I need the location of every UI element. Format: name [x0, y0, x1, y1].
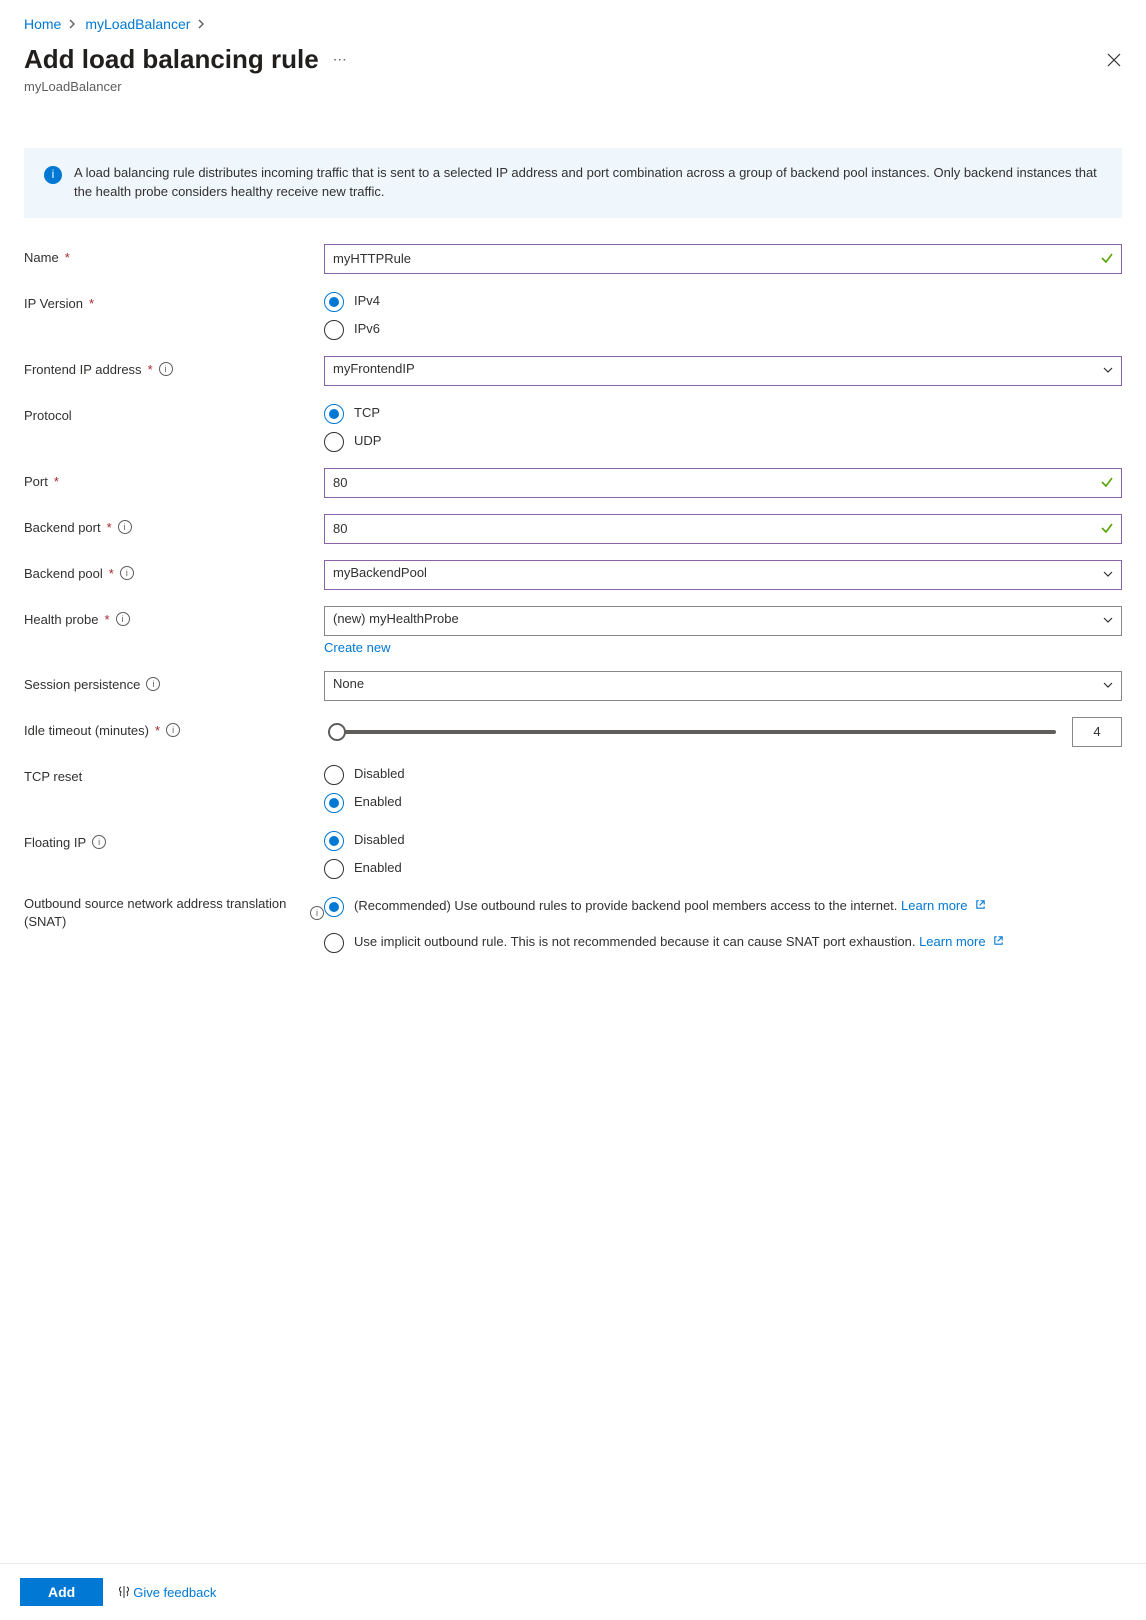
external-link-icon: [993, 935, 1004, 946]
required-icon: *: [104, 612, 109, 627]
breadcrumb-home[interactable]: Home: [24, 16, 61, 32]
ipv6-radio[interactable]: [324, 320, 344, 340]
footer-bar: Add Give feedback: [0, 1563, 1146, 1620]
name-input[interactable]: [324, 244, 1122, 274]
tcp-radio-label: TCP: [354, 404, 380, 422]
tcpreset-enabled-radio[interactable]: [324, 793, 344, 813]
required-icon: *: [65, 250, 70, 265]
snat-learnmore2-link[interactable]: Learn more: [919, 934, 1004, 949]
breadcrumb-parent[interactable]: myLoadBalancer: [85, 16, 190, 32]
snat-implicit-radio[interactable]: [324, 933, 344, 953]
tcp-radio[interactable]: [324, 404, 344, 424]
info-text: A load balancing rule distributes incomi…: [74, 164, 1102, 202]
create-new-link[interactable]: Create new: [324, 640, 390, 655]
floatingip-disabled-label: Disabled: [354, 831, 405, 849]
close-icon[interactable]: [1106, 52, 1122, 68]
required-icon: *: [107, 520, 112, 535]
required-icon: *: [148, 362, 153, 377]
snat-learnmore1-link[interactable]: Learn more: [901, 898, 986, 913]
page-subtitle: myLoadBalancer: [24, 79, 1122, 94]
breadcrumb: Home myLoadBalancer: [24, 12, 1122, 44]
valid-check-icon: [1100, 521, 1114, 535]
tcpreset-disabled-radio[interactable]: [324, 765, 344, 785]
snat-implicit-label: Use implicit outbound rule. This is not …: [354, 933, 1004, 951]
ipv4-radio[interactable]: [324, 292, 344, 312]
idletimeout-label: Idle timeout (minutes): [24, 723, 149, 738]
backendport-input[interactable]: [324, 514, 1122, 544]
tcpreset-disabled-label: Disabled: [354, 765, 405, 783]
ipversion-label: IP Version: [24, 296, 83, 311]
info-icon: i: [44, 166, 62, 184]
protocol-label: Protocol: [24, 408, 72, 423]
required-icon: *: [155, 723, 160, 738]
info-icon[interactable]: i: [310, 906, 324, 920]
snat-recommended-label: (Recommended) Use outbound rules to prov…: [354, 897, 986, 915]
frontendip-label: Frontend IP address: [24, 362, 142, 377]
floatingip-label: Floating IP: [24, 835, 86, 850]
tcpreset-label: TCP reset: [24, 769, 82, 784]
healthprobe-label: Health probe: [24, 612, 98, 627]
snat-recommended-radio[interactable]: [324, 897, 344, 917]
healthprobe-select[interactable]: (new) myHealthProbe: [324, 606, 1122, 636]
info-icon[interactable]: i: [146, 677, 160, 691]
ipv4-radio-label: IPv4: [354, 292, 380, 310]
info-banner: i A load balancing rule distributes inco…: [24, 148, 1122, 218]
floatingip-disabled-radio[interactable]: [324, 831, 344, 851]
add-button[interactable]: Add: [20, 1578, 103, 1606]
required-icon: *: [54, 474, 59, 489]
more-icon[interactable]: ⋯: [333, 51, 348, 68]
sessionpersistence-select[interactable]: None: [324, 671, 1122, 701]
port-input[interactable]: [324, 468, 1122, 498]
page-title: Add load balancing rule: [24, 44, 319, 75]
udp-radio-label: UDP: [354, 432, 381, 450]
info-icon[interactable]: i: [116, 612, 130, 626]
info-icon[interactable]: i: [120, 566, 134, 580]
idletimeout-value[interactable]: 4: [1072, 717, 1122, 747]
valid-check-icon: [1100, 251, 1114, 265]
name-label: Name: [24, 250, 59, 265]
chevron-right-icon: [198, 19, 206, 29]
backendport-label: Backend port: [24, 520, 101, 535]
chevron-right-icon: [69, 19, 77, 29]
required-icon: *: [89, 296, 94, 311]
info-icon[interactable]: i: [118, 520, 132, 534]
info-icon[interactable]: i: [159, 362, 173, 376]
port-label: Port: [24, 474, 48, 489]
required-icon: *: [109, 566, 114, 581]
udp-radio[interactable]: [324, 432, 344, 452]
idletimeout-slider[interactable]: [328, 730, 1056, 734]
feedback-icon: [117, 1585, 131, 1599]
give-feedback-link[interactable]: Give feedback: [117, 1585, 216, 1600]
frontendip-select[interactable]: myFrontendIP: [324, 356, 1122, 386]
external-link-icon: [975, 899, 986, 910]
tcpreset-enabled-label: Enabled: [354, 793, 402, 811]
valid-check-icon: [1100, 475, 1114, 489]
info-icon[interactable]: i: [166, 723, 180, 737]
sessionpersistence-label: Session persistence: [24, 677, 140, 692]
backendpool-select[interactable]: myBackendPool: [324, 560, 1122, 590]
floatingip-enabled-radio[interactable]: [324, 859, 344, 879]
backendpool-label: Backend pool: [24, 566, 103, 581]
snat-label: Outbound source network address translat…: [24, 895, 304, 931]
slider-thumb[interactable]: [328, 723, 346, 741]
floatingip-enabled-label: Enabled: [354, 859, 402, 877]
ipv6-radio-label: IPv6: [354, 320, 380, 338]
info-icon[interactable]: i: [92, 835, 106, 849]
